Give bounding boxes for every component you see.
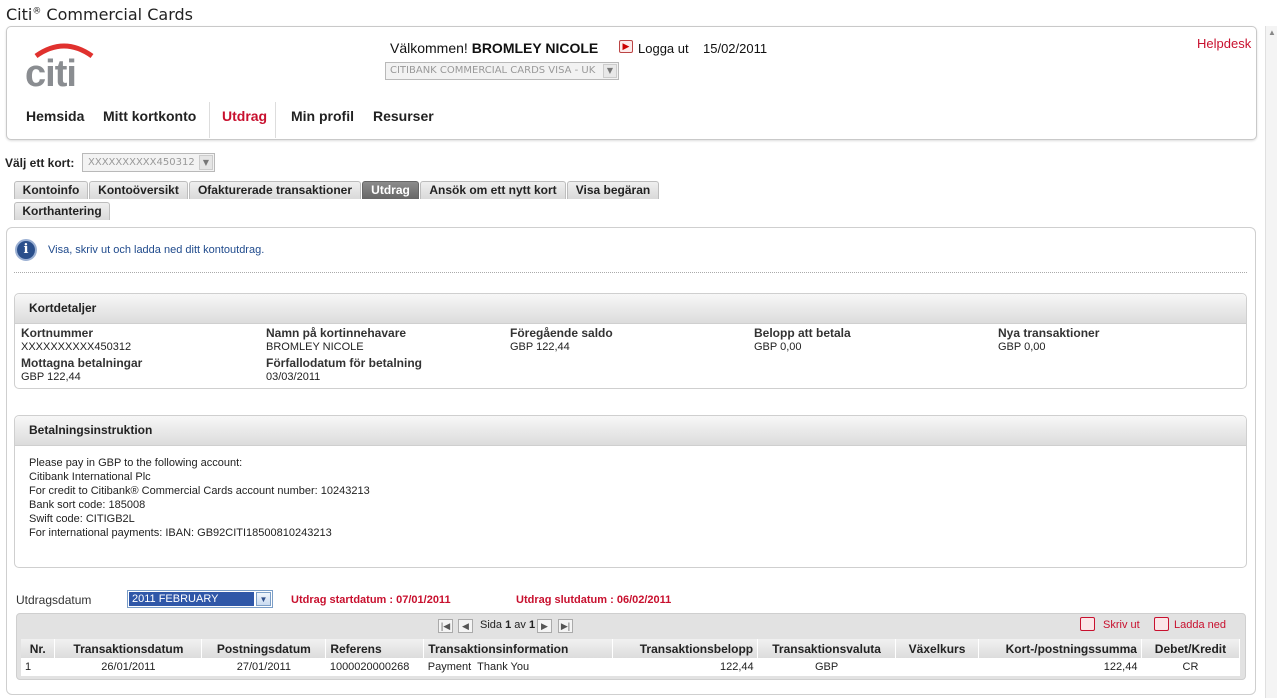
cell-amount: 122,44 [612, 658, 758, 676]
chevron-down-icon: ▼ [199, 155, 213, 170]
card-program-select[interactable]: CITIBANK COMMERCIAL CARDS VISA - UK ▼ [385, 62, 619, 80]
table-header-row: Nr. Transaktionsdatum Postningsdatum Ref… [21, 639, 1241, 658]
tab-korthantering[interactable]: Korthantering [14, 202, 110, 220]
nav-utdrag[interactable]: Utdrag [222, 108, 267, 124]
kortdetaljer-section: Kortdetaljer [14, 293, 1247, 389]
pdf-download-icon[interactable] [1154, 617, 1169, 631]
printer-icon[interactable] [1080, 617, 1095, 631]
nav-min-profil[interactable]: Min profil [291, 108, 354, 124]
payment-line: For international payments: IBAN: GB92CI… [29, 527, 332, 539]
prev-page-icon[interactable]: ◀ [458, 619, 473, 633]
field-label: Mottagna betalningar [21, 356, 143, 370]
download-button[interactable]: Ladda ned [1174, 619, 1226, 631]
tab-kontoinfo[interactable]: Kontoinfo [14, 181, 88, 199]
field-value: 03/03/2011 [266, 371, 321, 383]
logout-icon[interactable]: ▶ [619, 40, 633, 53]
tab-visa-begaran[interactable]: Visa begäran [567, 181, 659, 199]
statement-date-label: Utdragsdatum [16, 593, 92, 607]
app-title: Citi® Commercial Cards [6, 5, 193, 24]
tab-kontooversikt[interactable]: Kontoöversikt [89, 181, 188, 199]
cell-posting-amount: 122,44 [978, 658, 1142, 676]
logout-link[interactable]: Logga ut [638, 41, 689, 56]
card-select[interactable]: XXXXXXXXXX450312 ▼ [82, 153, 215, 172]
kortdetaljer-title: Kortdetaljer [15, 294, 1246, 324]
field-label: Belopp att betala [754, 326, 851, 340]
info-text: Visa, skriv ut och ladda ned ditt kontou… [48, 244, 265, 256]
field-label: Kortnummer [21, 326, 94, 340]
divider [14, 272, 1247, 273]
field-value: GBP 0,00 [998, 341, 1046, 353]
payment-line: Bank sort code: 185008 [29, 499, 146, 511]
transactions-table: Nr. Transaktionsdatum Postningsdatum Ref… [21, 639, 1241, 676]
statement-start: Utdrag startdatum : 07/01/2011 [291, 594, 451, 606]
field-label: Föregående saldo [510, 326, 613, 340]
tab-ofakturerade[interactable]: Ofakturerade transaktioner [189, 181, 361, 199]
payment-line: For credit to Citibank® Commercial Cards… [29, 485, 370, 497]
scroll-up-icon[interactable]: ▲ [1267, 28, 1277, 38]
col-header[interactable]: Nr. [21, 639, 56, 658]
chevron-down-icon: ▼ [603, 64, 617, 78]
field-value: GBP 122,44 [510, 341, 570, 353]
field-value: XXXXXXXXXX450312 [21, 341, 132, 353]
helpdesk-link[interactable]: Helpdesk [1197, 36, 1251, 51]
payment-line: Please pay in GBP to the following accou… [29, 457, 243, 469]
field-value: GBP 0,00 [754, 341, 802, 353]
table-row[interactable]: 1 26/01/2011 27/01/2011 1000020000268 Pa… [21, 658, 1240, 676]
cell-transaction-info: Payment Thank You [423, 658, 613, 676]
welcome-text: Välkommen! BROMLEY NICOLE [390, 40, 599, 56]
col-header[interactable]: Transaktionsinformation [423, 639, 614, 658]
cell-posting-date: 27/01/2011 [201, 658, 326, 676]
col-header[interactable]: Växelkurs [895, 639, 980, 658]
field-label: Namn på kortinnehavare [266, 326, 407, 340]
field-label: Förfallodatum för betalning [266, 356, 422, 370]
vertical-scrollbar[interactable]: ▲ [1265, 26, 1277, 698]
statement-end: Utdrag slutdatum : 06/02/2011 [516, 594, 672, 606]
payment-line: Citibank International Plc [29, 471, 151, 483]
chevron-down-icon: ▼ [256, 592, 271, 606]
first-page-icon[interactable]: |◀ [438, 619, 453, 633]
cell-debit-credit: CR [1141, 658, 1240, 676]
tab-utdrag[interactable]: Utdrag [362, 181, 419, 199]
print-button[interactable]: Skriv ut [1103, 619, 1140, 631]
next-page-icon[interactable]: ▶ [537, 619, 552, 633]
field-value: GBP 122,44 [21, 371, 81, 383]
field-value: BROMLEY NICOLE [266, 341, 364, 353]
card-select-label: Välj ett kort: [5, 156, 75, 170]
col-header[interactable]: Transaktionsvaluta [757, 639, 897, 658]
citi-logo[interactable]: citi [22, 40, 102, 95]
page-indicator: Sida 1 av 1 [480, 619, 536, 631]
cell-currency: GBP [757, 658, 896, 676]
nav-mitt-kortkonto[interactable]: Mitt kortkonto [103, 108, 196, 124]
col-header[interactable]: Referens [325, 639, 425, 658]
cell-transaction-date: 26/01/2011 [54, 658, 202, 676]
field-label: Nya transaktioner [998, 326, 1100, 340]
betalning-title: Betalningsinstruktion [15, 416, 1246, 446]
cell-reference: 1000020000268 [325, 658, 424, 676]
current-date: 15/02/2011 [703, 41, 768, 56]
nav-resurser[interactable]: Resurser [373, 108, 434, 124]
info-icon: i [15, 239, 37, 261]
payment-line: Swift code: CITIGB2L [29, 513, 135, 525]
tab-ansok-nytt-kort[interactable]: Ansök om ett nytt kort [420, 181, 566, 199]
col-header[interactable]: Transaktionsdatum [54, 639, 203, 658]
statement-date-select[interactable]: 2011 FEBRUARY ▼ [127, 590, 273, 608]
cell-nr: 1 [21, 658, 55, 676]
last-page-icon[interactable]: ▶| [558, 619, 573, 633]
col-header[interactable]: Postningsdatum [201, 639, 327, 658]
col-header[interactable]: Debet/Kredit [1141, 639, 1241, 658]
logo-text: citi [25, 53, 76, 90]
user-name: BROMLEY NICOLE [471, 40, 599, 56]
col-header[interactable]: Transaktionsbelopp [612, 639, 759, 658]
cell-exchange-rate [895, 658, 979, 676]
nav-hemsida[interactable]: Hemsida [26, 108, 84, 124]
col-header[interactable]: Kort-/postningssumma [978, 639, 1142, 658]
